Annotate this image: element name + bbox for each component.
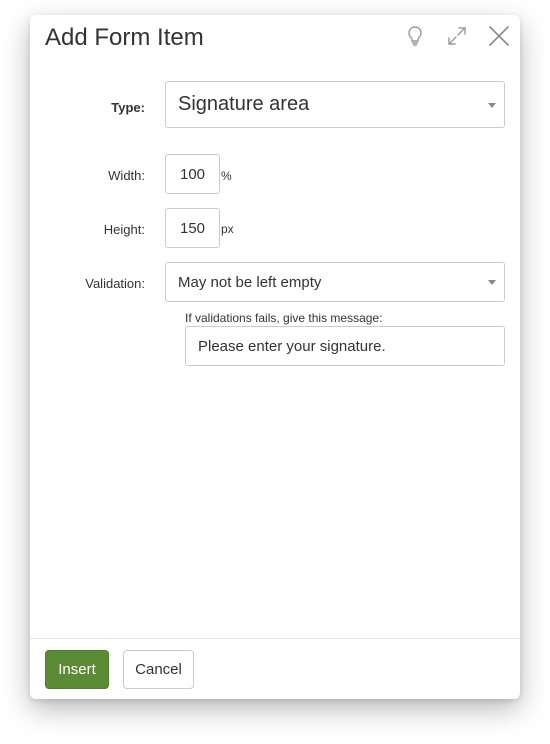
chevron-down-icon bbox=[488, 102, 496, 108]
validation-select[interactable]: May not be left empty bbox=[165, 262, 505, 302]
width-unit: % bbox=[221, 169, 232, 183]
cancel-button[interactable]: Cancel bbox=[123, 650, 194, 689]
lightbulb-icon[interactable] bbox=[403, 24, 427, 48]
close-icon[interactable] bbox=[487, 24, 511, 48]
add-form-item-dialog: Add Form Item Type: Signature area Width… bbox=[30, 15, 520, 699]
type-select-value: Signature area bbox=[178, 93, 310, 115]
validation-message-hint: If validations fails, give this message: bbox=[185, 311, 383, 325]
height-input[interactable]: 150 bbox=[165, 208, 220, 248]
insert-button[interactable]: Insert bbox=[45, 650, 109, 689]
validation-label: Validation: bbox=[85, 276, 145, 291]
width-label: Width: bbox=[108, 168, 145, 183]
validation-message-value: Please enter your signature. bbox=[198, 337, 386, 355]
validation-message-input[interactable]: Please enter your signature. bbox=[185, 326, 505, 366]
height-unit: px bbox=[221, 222, 234, 236]
expand-icon[interactable] bbox=[445, 24, 469, 48]
type-select[interactable]: Signature area bbox=[165, 81, 505, 128]
chevron-down-icon bbox=[488, 280, 496, 285]
footer-divider bbox=[30, 638, 520, 639]
dialog-title: Add Form Item bbox=[45, 24, 204, 51]
type-label: Type: bbox=[111, 100, 145, 115]
height-label: Height: bbox=[103, 222, 145, 237]
width-input[interactable]: 100 bbox=[165, 154, 220, 194]
validation-select-value: May not be left empty bbox=[178, 273, 322, 291]
